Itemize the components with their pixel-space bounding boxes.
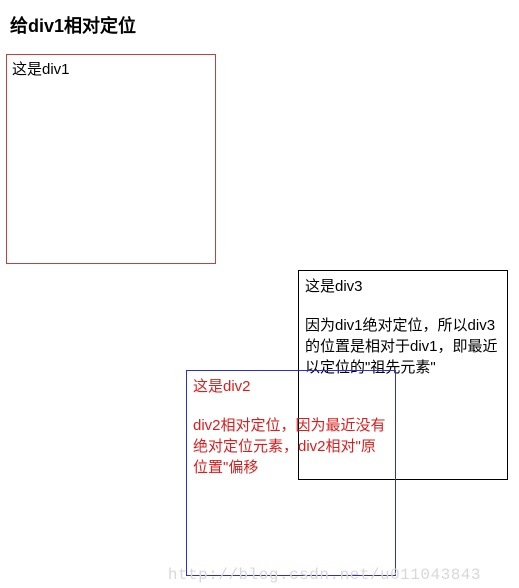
div3-description: 因为div1绝对定位，所以div3的位置是相对于div1，即最近以定位的"祖先元…: [305, 317, 498, 376]
watermark-text: http://blog.csdn.net/u011043843: [168, 566, 481, 584]
div1-label: 这是div1: [12, 61, 70, 78]
div1-box: 这是div1: [6, 54, 216, 264]
div2-description: div2相对定位，因为最近没有绝对定位元素，div2相对"原位置"偏移: [193, 417, 386, 476]
div3-label: 这是div3: [305, 275, 501, 296]
div2-box: 这是div2 div2相对定位，因为最近没有绝对定位元素，div2相对"原位置"…: [186, 370, 396, 576]
page-heading: 给div1相对定位: [0, 0, 519, 52]
div2-label: 这是div2: [193, 375, 389, 396]
